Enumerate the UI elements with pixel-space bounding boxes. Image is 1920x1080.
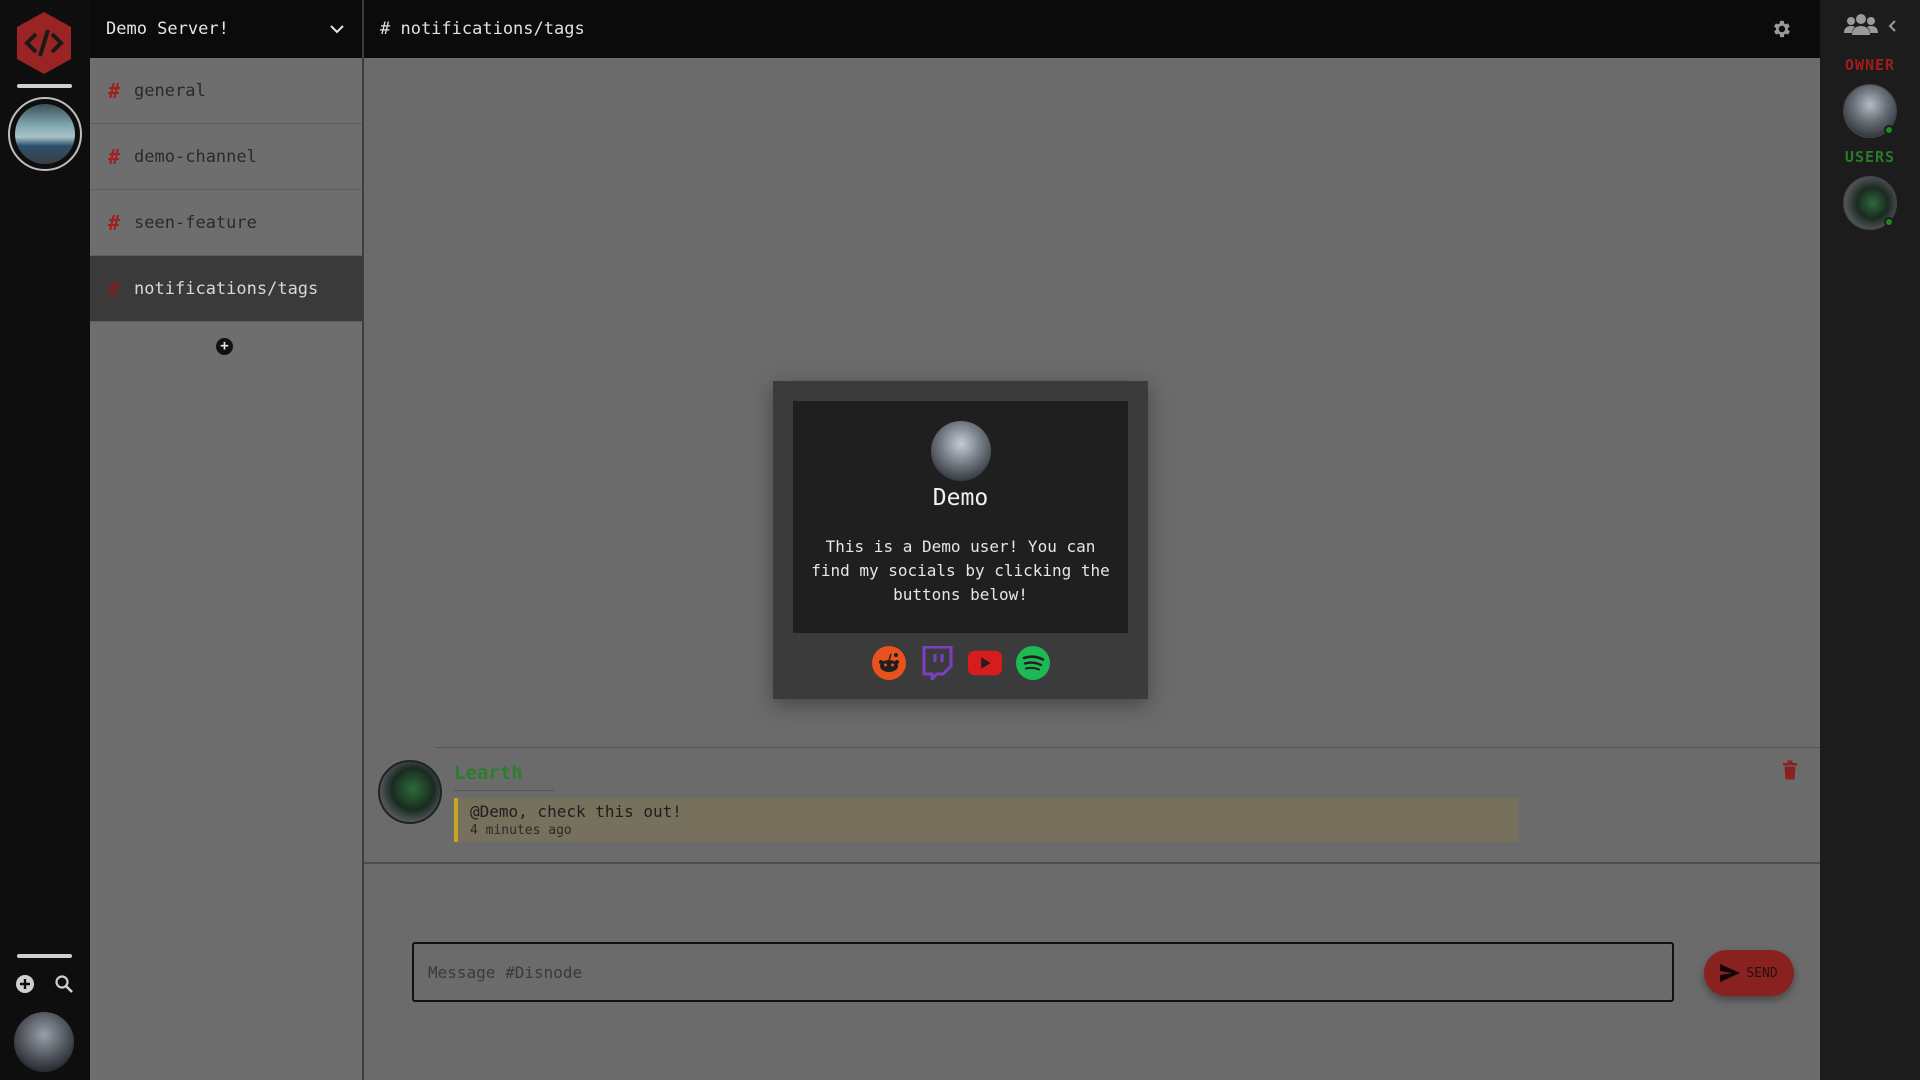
hash-icon: # bbox=[108, 144, 121, 169]
app-logo-icon[interactable] bbox=[14, 10, 74, 76]
channel-panel: Demo Server! # general # demo-channel # … bbox=[90, 0, 362, 1080]
profile-bio: This is a Demo user! You can find my soc… bbox=[811, 537, 1110, 604]
role-label-users: USERS bbox=[1844, 148, 1896, 166]
channel-item-general[interactable]: # general bbox=[90, 58, 362, 124]
member-avatar-user[interactable] bbox=[1843, 176, 1897, 230]
rail-divider bbox=[17, 954, 72, 958]
channel-label: demo-channel bbox=[134, 146, 257, 167]
gear-icon[interactable] bbox=[1770, 18, 1792, 40]
rail-divider bbox=[17, 84, 72, 88]
members-panel: OWNER USERS bbox=[1820, 0, 1920, 1080]
hash-icon: # bbox=[108, 276, 121, 301]
hash-icon: # bbox=[108, 78, 121, 103]
member-avatar-owner[interactable] bbox=[1843, 84, 1897, 138]
role-label-owner: OWNER bbox=[1844, 56, 1896, 74]
add-channel-button[interactable]: + bbox=[216, 338, 233, 355]
online-status-dot bbox=[1884, 217, 1894, 227]
channel-label: notifications/tags bbox=[134, 278, 319, 299]
twitch-icon[interactable] bbox=[920, 646, 954, 680]
search-icon[interactable] bbox=[52, 972, 76, 996]
profile-card: Demo This is a Demo user! You can find m… bbox=[793, 401, 1128, 633]
channel-item-notifications-tags[interactable]: # notifications/tags bbox=[90, 256, 362, 322]
server-header[interactable]: Demo Server! bbox=[90, 0, 362, 58]
channel-topbar: # notifications/tags bbox=[364, 0, 1820, 58]
users-group-icon[interactable] bbox=[1844, 13, 1878, 39]
server-icon-demo[interactable] bbox=[8, 97, 82, 171]
online-status-dot bbox=[1884, 125, 1894, 135]
profile-avatar bbox=[930, 421, 991, 481]
add-server-icon[interactable] bbox=[13, 972, 37, 996]
chevron-left-icon[interactable] bbox=[1888, 17, 1896, 36]
social-links bbox=[773, 646, 1148, 680]
chevron-down-icon[interactable] bbox=[330, 19, 344, 39]
youtube-icon[interactable] bbox=[967, 646, 1002, 680]
profile-modal: Demo This is a Demo user! You can find m… bbox=[773, 381, 1148, 699]
server-rail bbox=[0, 0, 90, 1080]
hash-icon: # bbox=[108, 210, 121, 235]
members-header bbox=[1820, 0, 1920, 52]
channel-item-demo-channel[interactable]: # demo-channel bbox=[90, 124, 362, 190]
channel-label: seen-feature bbox=[134, 212, 257, 233]
channel-item-seen-feature[interactable]: # seen-feature bbox=[90, 190, 362, 256]
channel-label: general bbox=[134, 80, 206, 101]
spotify-icon[interactable] bbox=[1015, 646, 1050, 680]
reddit-icon[interactable] bbox=[871, 646, 906, 680]
server-name: Demo Server! bbox=[106, 19, 229, 39]
channel-title: # notifications/tags bbox=[380, 19, 585, 39]
profile-name: Demo bbox=[932, 485, 989, 511]
current-user-avatar[interactable] bbox=[14, 1012, 74, 1072]
